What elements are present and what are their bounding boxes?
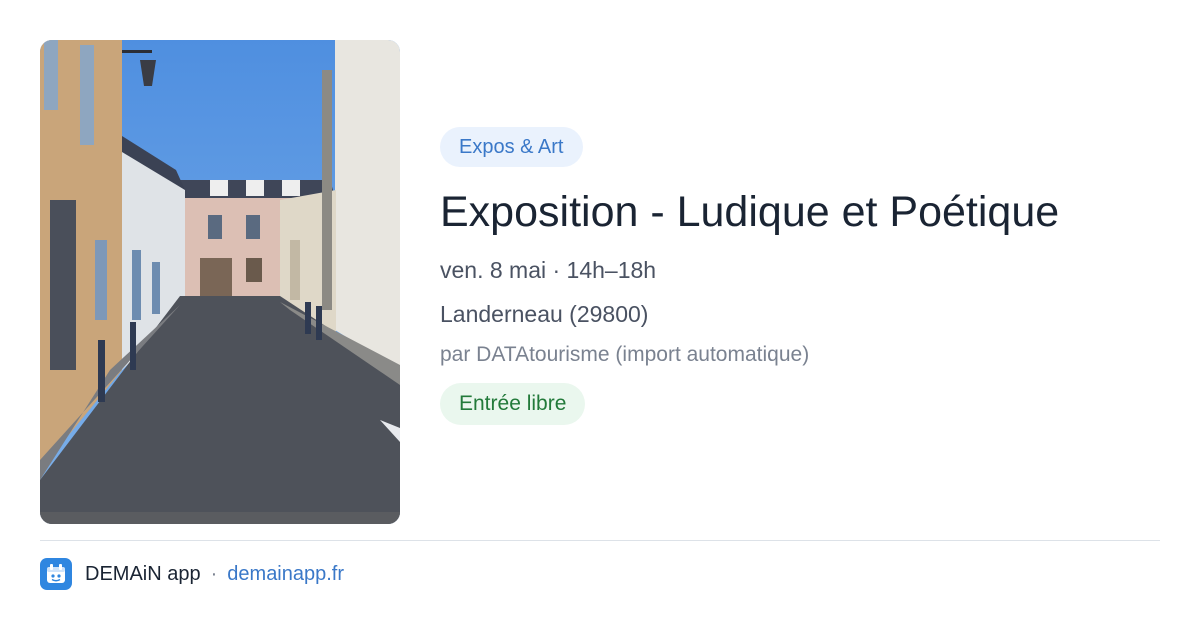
footer: DEMAiN app · demainapp.fr [40, 558, 344, 590]
demain-logo-icon [40, 558, 72, 590]
price-badge: Entrée libre [440, 383, 586, 425]
app-name: DEMAiN app [85, 562, 201, 585]
event-photo [40, 40, 400, 524]
event-info: Expos & Art Exposition - Ludique et Poét… [440, 127, 1160, 425]
footer-separator: · [210, 562, 218, 585]
event-datetime: ven. 8 mai · 14h–18h [440, 257, 657, 283]
event-location: Landerneau (29800) [440, 301, 649, 327]
footer-divider [40, 540, 1160, 541]
website-link[interactable]: demainapp.fr [227, 563, 344, 586]
event-title: Exposition - Ludique et Poétique [440, 188, 1060, 236]
category-badge[interactable]: Expos & Art [440, 127, 583, 167]
event-author: par DATAtourisme (import automatique) [440, 343, 810, 366]
